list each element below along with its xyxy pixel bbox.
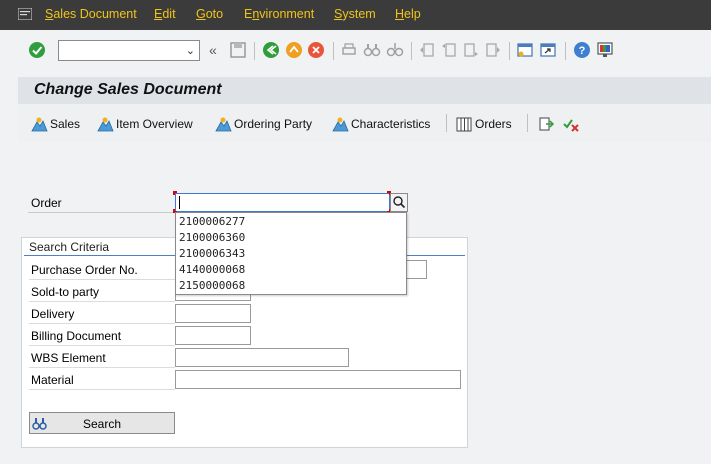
- toolbar-separator: [333, 42, 334, 60]
- label-underline: [29, 389, 175, 390]
- order-label: Order: [31, 196, 62, 210]
- find-next-icon[interactable]: [386, 41, 404, 59]
- characteristics-button-label: Characteristics: [351, 117, 431, 131]
- search-button[interactable]: Search: [29, 412, 175, 434]
- menu-system[interactable]: System: [334, 7, 376, 21]
- mountain-icon: [332, 117, 349, 131]
- label-underline: [29, 301, 175, 302]
- search-criteria-title: Search Criteria: [29, 240, 110, 254]
- order-input[interactable]: [175, 193, 390, 212]
- sales-button-label: Sales: [50, 117, 81, 131]
- mountain-icon: [97, 117, 114, 131]
- billing-document-input[interactable]: [175, 326, 251, 345]
- table-icon: [456, 117, 472, 131]
- toolbar-separator: [446, 114, 447, 132]
- cancel-icon[interactable]: [307, 41, 325, 59]
- label-underline: [29, 345, 175, 346]
- first-page-icon[interactable]: [418, 41, 436, 59]
- sales-button[interactable]: Sales: [31, 116, 80, 132]
- label-underline: [29, 367, 175, 368]
- history-item[interactable]: 2150000068: [176, 278, 406, 294]
- value-help-button[interactable]: [390, 193, 408, 212]
- page-title: Change Sales Document: [34, 81, 222, 98]
- wbs-element-label: WBS Element: [31, 351, 106, 365]
- toolbar-separator: [527, 114, 528, 132]
- check-cross-icon: [563, 118, 579, 132]
- history-item[interactable]: 2100006277: [176, 214, 406, 230]
- svg-text:?: ?: [579, 45, 586, 57]
- standard-toolbar: ⌄ « ?: [0, 30, 711, 72]
- next-page-icon[interactable]: [462, 41, 480, 59]
- history-item[interactable]: 2100006343: [176, 246, 406, 262]
- ordering-party-button-label: Ordering Party: [234, 117, 313, 131]
- toolbar-separator: [565, 42, 566, 60]
- previous-page-icon[interactable]: [440, 41, 458, 59]
- toolbar-separator: [411, 42, 412, 60]
- ordering-party-button[interactable]: Ordering Party: [215, 116, 312, 132]
- customize-layout-icon[interactable]: [596, 41, 614, 59]
- find-icon[interactable]: [363, 41, 381, 59]
- last-page-icon[interactable]: [484, 41, 502, 59]
- print-icon[interactable]: [340, 41, 358, 59]
- search-icon: [393, 196, 406, 209]
- label-underline: [29, 279, 175, 280]
- text-caret: [179, 196, 180, 209]
- save-icon[interactable]: [229, 41, 247, 59]
- orders-button[interactable]: Orders: [456, 116, 512, 132]
- characteristics-button[interactable]: Characteristics: [332, 116, 430, 132]
- display-document-button[interactable]: [538, 116, 557, 132]
- search-button-label: Search: [82, 417, 122, 431]
- system-menu-icon[interactable]: [18, 8, 32, 20]
- mountain-icon: [31, 117, 48, 131]
- delivery-label: Delivery: [31, 307, 75, 321]
- check-delete-button[interactable]: [563, 116, 582, 132]
- purchase-order-label: Purchase Order No.: [31, 263, 138, 277]
- material-label: Material: [31, 373, 74, 387]
- item-overview-button[interactable]: Item Overview: [97, 116, 193, 132]
- chevron-down-icon[interactable]: ⌄: [186, 44, 195, 57]
- wbs-element-input[interactable]: [175, 348, 349, 367]
- history-item[interactable]: 2100006360: [176, 230, 406, 246]
- label-underline: [29, 323, 175, 324]
- delivery-input[interactable]: [175, 304, 251, 323]
- document-arrow-icon: [539, 117, 555, 130]
- toolbar-collapse-icon[interactable]: «: [209, 42, 217, 58]
- menu-help[interactable]: Help: [395, 7, 421, 21]
- toolbar-separator: [509, 42, 510, 60]
- help-icon[interactable]: ?: [573, 41, 591, 59]
- item-overview-button-label: Item Overview: [116, 117, 193, 131]
- history-item[interactable]: 4140000068: [176, 262, 406, 278]
- back-icon[interactable]: [262, 41, 280, 59]
- menu-environment[interactable]: Environment: [244, 7, 314, 21]
- toolbar-separator: [254, 42, 255, 60]
- menu-edit[interactable]: Edit: [154, 7, 176, 21]
- title-bar: Change Sales Document: [18, 77, 711, 104]
- billing-document-label: Billing Document: [31, 329, 122, 343]
- command-field[interactable]: ⌄: [58, 40, 200, 61]
- menu-sales-document[interactable]: Sales Document: [45, 7, 137, 21]
- sold-to-party-label: Sold-to party: [31, 285, 100, 299]
- required-corner: [173, 191, 177, 195]
- enter-icon[interactable]: [28, 41, 46, 59]
- create-session-icon[interactable]: [516, 41, 534, 59]
- menu-goto[interactable]: Goto: [196, 7, 223, 21]
- mountain-icon: [215, 117, 232, 131]
- orders-button-label: Orders: [475, 117, 512, 131]
- application-toolbar: Sales Item Overview Ordering Party Chara…: [18, 104, 711, 142]
- shortcut-icon[interactable]: [539, 41, 557, 59]
- material-input[interactable]: [175, 370, 461, 389]
- menu-bar: Sales Document Edit Goto Environment Sys…: [0, 0, 711, 30]
- order-history-dropdown: 2100006277 2100006360 2100006343 4140000…: [175, 212, 407, 295]
- order-label-underline: [28, 212, 174, 213]
- exit-icon[interactable]: [285, 41, 303, 59]
